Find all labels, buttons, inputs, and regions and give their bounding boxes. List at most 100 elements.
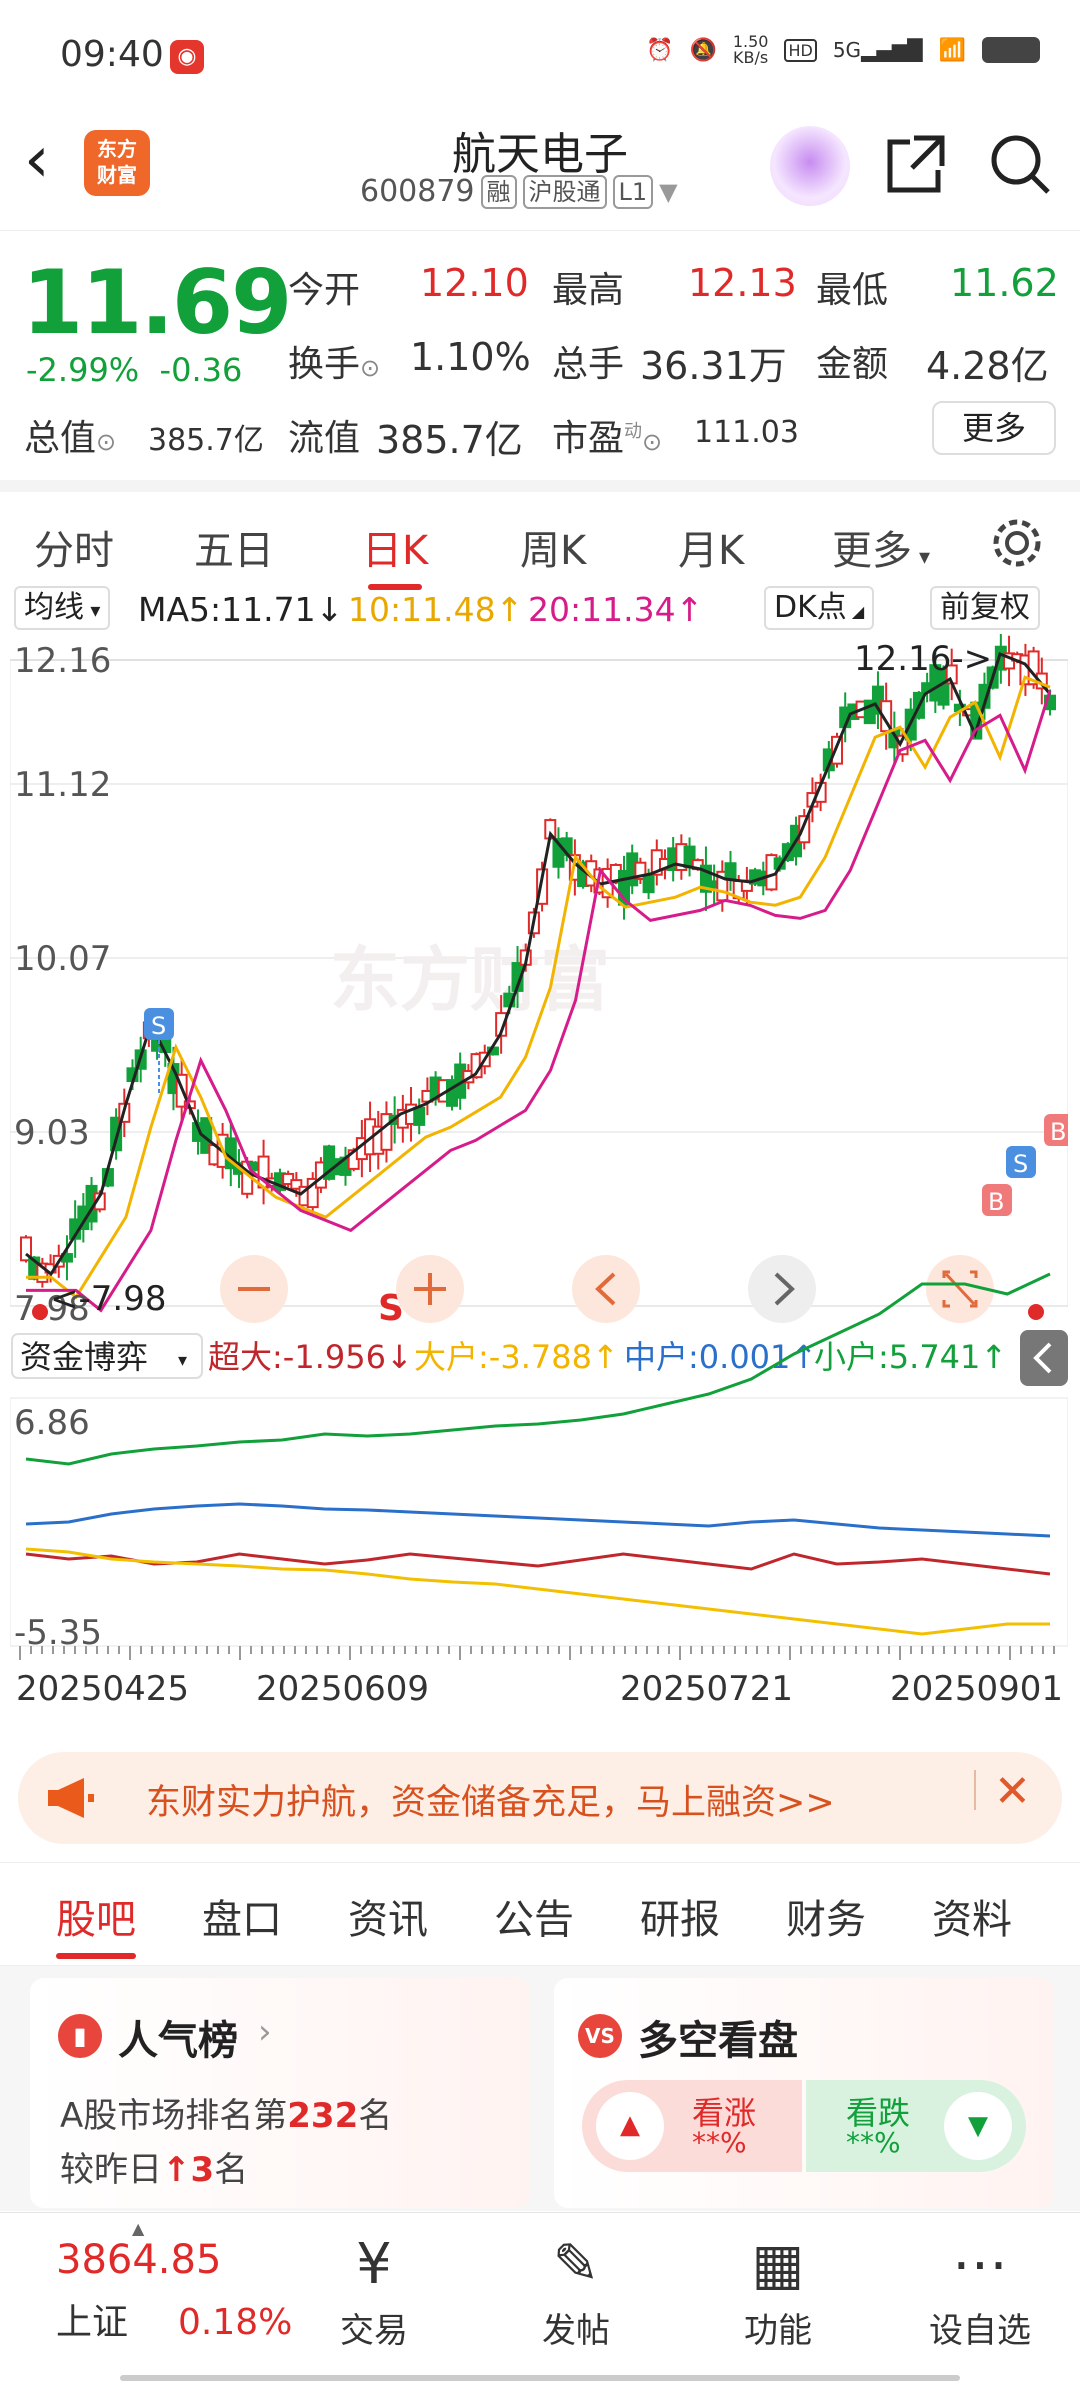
fund-max: 6.86 (14, 1403, 90, 1443)
chevron-down-icon: ▾ (178, 1350, 187, 1371)
zoom-out-button[interactable] (220, 1255, 288, 1323)
popularity-card[interactable]: ▮ 人气榜 › A股市场排名第232名 较昨日↑3名 (30, 1978, 530, 2208)
yen-icon: ¥ (356, 2232, 392, 2297)
min-note: <-7.98 (50, 1279, 166, 1319)
chevron-down-icon: ▼ (659, 177, 678, 206)
adjust-button[interactable]: 前复权 (930, 586, 1040, 630)
fund-big: 大户:-3.788↑ (414, 1338, 619, 1376)
pe-label: 市盈动⊙ (552, 418, 663, 459)
fund-min: -5.35 (14, 1613, 102, 1653)
tab-five-day[interactable]: 五日 (194, 518, 274, 576)
promo-text: 东财实力护航，资金储备充足，马上融资>> (146, 1783, 835, 1823)
open-label: 今开 (288, 270, 361, 311)
stock-header: ‹ 东方 财富 航天电子 600879 融 沪股通 L1 ▼ (0, 110, 1080, 230)
ma10-value: 10:11.48↑ (348, 590, 524, 629)
nav-post[interactable]: ✎ 发帖 (506, 2233, 646, 2352)
rank-title: 人气榜 (118, 2018, 238, 2064)
pan-right-button[interactable] (748, 1255, 816, 1323)
pan-left-button[interactable] (572, 1255, 640, 1323)
tab-intraday[interactable]: 分时 (34, 518, 114, 576)
fund-small: 小户:5.741↑ (814, 1338, 1007, 1376)
bear-button[interactable]: 看跌 **% ▼ (806, 2080, 1026, 2172)
more-button[interactable]: 更多 (932, 401, 1056, 455)
tab-monthly-k[interactable]: 月K (678, 518, 744, 576)
signal-b-2[interactable]: B (1044, 1114, 1068, 1146)
y-tick-2: 11.12 (14, 765, 111, 805)
pe-value: 111.03 (694, 415, 799, 450)
signal-s-right[interactable]: S (1006, 1146, 1036, 1178)
date-4: 20250901 (890, 1669, 1063, 1709)
low-value: 11.62 (950, 261, 1059, 305)
chevron-right-icon: › (258, 2012, 272, 2052)
battery-icon (982, 37, 1040, 63)
turnover-label: 换手⊙ (288, 344, 381, 385)
index-change: 0.18% (178, 2302, 293, 2343)
status-bar: 09:40 ◉ ⏰ 🔕 1.50 KB/s HD 5G▂▄▆█ 📶 (0, 0, 1080, 110)
tab-weekly-k[interactable]: 周K (520, 518, 586, 576)
red-dot-left (32, 1304, 48, 1320)
index-name: 上证 (56, 2302, 129, 2343)
fund-pane (10, 1397, 1068, 1647)
float-label: 流值 (288, 418, 361, 459)
zoom-in-button[interactable] (396, 1255, 464, 1323)
assistant-avatar[interactable] (770, 126, 850, 206)
index-ticker[interactable]: 3864.85 上证 0.18% (56, 2237, 292, 2345)
bottom-nav: ▲ 3864.85 上证 0.18% ¥ 交易 ✎ 发帖 ▦ 功能 ⋯ 设自选 (0, 2212, 1080, 2388)
date-3: 20250721 (620, 1669, 793, 1709)
nav-functions[interactable]: ▦ 功能 (708, 2233, 848, 2352)
ma-selector[interactable]: 均线 ▾ (14, 586, 111, 630)
settings-gear-icon[interactable] (990, 516, 1044, 570)
y-tick-4: 9.03 (14, 1113, 90, 1153)
kline-chart[interactable]: 东方财富 12.16 11.12 10.07 9.03 7.98 12.16->… (10, 634, 1068, 1744)
high-value: 12.13 (688, 261, 797, 305)
change: -2.99% -0.36 (26, 351, 243, 389)
quote-panel: 11.69 -2.99% -0.36 今开 12.10 最高 12.13 最低 … (0, 230, 1080, 480)
expand-icon[interactable]: ▲ (132, 2219, 144, 2238)
amount-label: 金额 (816, 344, 889, 385)
mktcap-value: 385.7亿 (148, 423, 264, 458)
dk-point-button[interactable]: DK点 ◢ (764, 586, 875, 630)
tab-profile[interactable]: 资料 (932, 1887, 1012, 1945)
ma-bar: 均线 ▾ MA5:11.71↓ 10:11.48↑ 20:11.34↑ DK点 … (0, 582, 1080, 634)
bull-button[interactable]: ▲ 看涨 **% (582, 2080, 802, 2172)
tab-finance[interactable]: 财务 (786, 1887, 866, 1945)
promo-banner[interactable]: 东财实力护航，资金储备充足，马上融资>> ✕ (18, 1752, 1062, 1844)
volume-label: 总手 (552, 344, 625, 385)
tab-orderbook[interactable]: 盘口 (202, 1887, 282, 1945)
nav-trade[interactable]: ¥ 交易 (304, 2233, 444, 2352)
hd-icon: HD (784, 38, 817, 62)
last-price: 11.69 (22, 251, 292, 354)
close-icon[interactable]: ✕ (994, 1766, 1031, 1817)
open-value: 12.10 (420, 261, 529, 305)
tab-news[interactable]: 资讯 (348, 1887, 428, 1945)
tab-forum[interactable]: 股吧 (56, 1887, 136, 1959)
collapse-button[interactable] (1020, 1330, 1068, 1386)
stock-subtitle[interactable]: 600879 融 沪股通 L1 ▼ (360, 174, 678, 209)
tab-daily-k[interactable]: 日K (362, 518, 428, 590)
megaphone-icon (48, 1778, 94, 1818)
signal-b-1[interactable]: B (982, 1184, 1012, 1216)
low-label: 最低 (816, 270, 889, 311)
share-icon[interactable] (884, 132, 948, 196)
date-1: 20250425 (16, 1669, 189, 1709)
watermark: 东方财富 (330, 939, 610, 1021)
tab-announcements[interactable]: 公告 (494, 1887, 574, 1945)
alarm-icon: ⏰ (646, 37, 674, 63)
app-notification-icon: ◉ (170, 40, 204, 74)
svg-text:B: B (1050, 1118, 1066, 1146)
tab-more[interactable]: 更多 ▾ (832, 518, 930, 576)
ma5-value: MA5:11.71↓ (138, 590, 344, 629)
max-note: 12.16-> (854, 639, 992, 679)
search-icon[interactable] (988, 132, 1052, 196)
net-speed: 1.50 KB/s (732, 32, 769, 67)
high-label: 最高 (552, 270, 625, 311)
tag-margin: 融 (480, 174, 517, 209)
svg-text:S: S (1013, 1150, 1028, 1178)
tab-research[interactable]: 研报 (640, 1887, 720, 1945)
float-value: 385.7亿 (376, 418, 523, 462)
nav-add-watchlist[interactable]: ⋯ 设自选 (910, 2233, 1050, 2352)
red-dot-right (1028, 1304, 1044, 1320)
y-tick-3: 10.07 (14, 939, 111, 979)
date-2: 20250609 (256, 1669, 429, 1709)
edit-icon: ✎ (552, 2232, 600, 2297)
